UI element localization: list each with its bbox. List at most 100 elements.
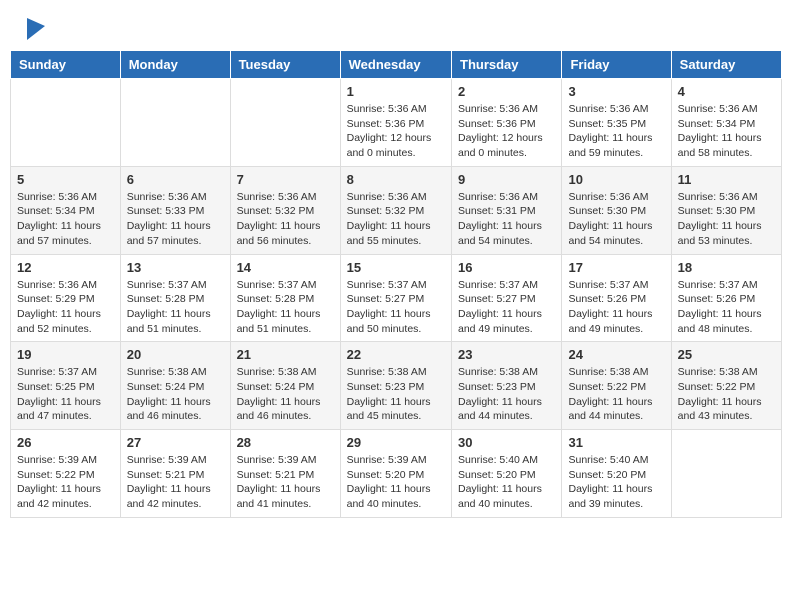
weekday-sunday: Sunday <box>11 51 121 79</box>
day-info: Sunrise: 5:38 AM Sunset: 5:23 PM Dayligh… <box>458 365 555 424</box>
day-info: Sunrise: 5:36 AM Sunset: 5:29 PM Dayligh… <box>17 278 114 337</box>
day-info: Sunrise: 5:40 AM Sunset: 5:20 PM Dayligh… <box>568 453 664 512</box>
day-number: 24 <box>568 347 664 362</box>
weekday-tuesday: Tuesday <box>230 51 340 79</box>
calendar-cell: 11Sunrise: 5:36 AM Sunset: 5:30 PM Dayli… <box>671 166 781 254</box>
day-info: Sunrise: 5:37 AM Sunset: 5:28 PM Dayligh… <box>237 278 334 337</box>
weekday-header-row: SundayMondayTuesdayWednesdayThursdayFrid… <box>11 51 782 79</box>
calendar-week-3: 12 Sunrise: 5:36 AM Sunset: 5:29 PM Dayli… <box>11 254 782 342</box>
calendar-cell: 20 Sunrise: 5:38 AM Sunset: 5:24 PM Dayli… <box>120 342 230 430</box>
day-info: Sunrise: 5:39 AM Sunset: 5:22 PM Dayligh… <box>17 453 114 512</box>
calendar-cell: 21 Sunrise: 5:38 AM Sunset: 5:24 PM Dayli… <box>230 342 340 430</box>
day-number: 9 <box>458 172 555 187</box>
weekday-saturday: Saturday <box>671 51 781 79</box>
day-number: 6 <box>127 172 224 187</box>
day-number: 17 <box>568 260 664 275</box>
calendar-cell <box>11 79 121 167</box>
calendar-cell <box>671 430 781 518</box>
calendar-table: SundayMondayTuesdayWednesdayThursdayFrid… <box>10 50 782 518</box>
day-info: Sunrise: 5:36 AM Sunset: 5:30 PM Dayligh… <box>678 190 775 249</box>
calendar-week-4: 19 Sunrise: 5:37 AM Sunset: 5:25 PM Dayli… <box>11 342 782 430</box>
calendar-cell: 16 Sunrise: 5:37 AM Sunset: 5:27 PM Dayli… <box>452 254 562 342</box>
day-info: Sunrise: 5:36 AM Sunset: 5:30 PM Dayligh… <box>568 190 664 249</box>
day-number: 4 <box>678 84 775 99</box>
day-info: Sunrise: 5:36 AM Sunset: 5:36 PM Dayligh… <box>347 102 445 161</box>
day-number: 20 <box>127 347 224 362</box>
day-number: 22 <box>347 347 445 362</box>
day-info: Sunrise: 5:36 AM Sunset: 5:33 PM Dayligh… <box>127 190 224 249</box>
day-number: 8 <box>347 172 445 187</box>
calendar-cell: 26 Sunrise: 5:39 AM Sunset: 5:22 PM Dayli… <box>11 430 121 518</box>
calendar-cell: 1 Sunrise: 5:36 AM Sunset: 5:36 PM Daylig… <box>340 79 451 167</box>
day-number: 19 <box>17 347 114 362</box>
day-number: 13 <box>127 260 224 275</box>
calendar-cell: 7Sunrise: 5:36 AM Sunset: 5:32 PM Daylig… <box>230 166 340 254</box>
day-number: 26 <box>17 435 114 450</box>
calendar-cell: 14 Sunrise: 5:37 AM Sunset: 5:28 PM Dayli… <box>230 254 340 342</box>
calendar-cell: 22 Sunrise: 5:38 AM Sunset: 5:23 PM Dayli… <box>340 342 451 430</box>
calendar-cell: 30Sunrise: 5:40 AM Sunset: 5:20 PM Dayli… <box>452 430 562 518</box>
day-number: 16 <box>458 260 555 275</box>
day-number: 14 <box>237 260 334 275</box>
calendar-cell: 29Sunrise: 5:39 AM Sunset: 5:20 PM Dayli… <box>340 430 451 518</box>
day-info: Sunrise: 5:39 AM Sunset: 5:21 PM Dayligh… <box>237 453 334 512</box>
day-info: Sunrise: 5:38 AM Sunset: 5:23 PM Dayligh… <box>347 365 445 424</box>
day-info: Sunrise: 5:36 AM Sunset: 5:34 PM Dayligh… <box>678 102 775 161</box>
day-number: 21 <box>237 347 334 362</box>
day-number: 31 <box>568 435 664 450</box>
calendar-cell: 24 Sunrise: 5:38 AM Sunset: 5:22 PM Dayli… <box>562 342 671 430</box>
calendar-cell <box>230 79 340 167</box>
day-number: 3 <box>568 84 664 99</box>
day-number: 7 <box>237 172 334 187</box>
day-number: 15 <box>347 260 445 275</box>
day-info: Sunrise: 5:36 AM Sunset: 5:36 PM Dayligh… <box>458 102 555 161</box>
day-number: 23 <box>458 347 555 362</box>
day-info: Sunrise: 5:36 AM Sunset: 5:32 PM Dayligh… <box>347 190 445 249</box>
day-number: 5 <box>17 172 114 187</box>
day-info: Sunrise: 5:37 AM Sunset: 5:27 PM Dayligh… <box>347 278 445 337</box>
day-info: Sunrise: 5:37 AM Sunset: 5:26 PM Dayligh… <box>678 278 775 337</box>
day-info: Sunrise: 5:38 AM Sunset: 5:22 PM Dayligh… <box>568 365 664 424</box>
day-number: 1 <box>347 84 445 99</box>
calendar-cell: 10 Sunrise: 5:36 AM Sunset: 5:30 PM Dayli… <box>562 166 671 254</box>
logo-icon <box>27 18 45 40</box>
calendar-cell: 5Sunrise: 5:36 AM Sunset: 5:34 PM Daylig… <box>11 166 121 254</box>
calendar-cell: 13 Sunrise: 5:37 AM Sunset: 5:28 PM Dayli… <box>120 254 230 342</box>
calendar-week-2: 5Sunrise: 5:36 AM Sunset: 5:34 PM Daylig… <box>11 166 782 254</box>
day-number: 28 <box>237 435 334 450</box>
calendar-cell: 4 Sunrise: 5:36 AM Sunset: 5:34 PM Daylig… <box>671 79 781 167</box>
weekday-monday: Monday <box>120 51 230 79</box>
day-info: Sunrise: 5:39 AM Sunset: 5:20 PM Dayligh… <box>347 453 445 512</box>
calendar-cell: 9Sunrise: 5:36 AM Sunset: 5:31 PM Daylig… <box>452 166 562 254</box>
calendar-cell: 12 Sunrise: 5:36 AM Sunset: 5:29 PM Dayli… <box>11 254 121 342</box>
weekday-wednesday: Wednesday <box>340 51 451 79</box>
day-info: Sunrise: 5:37 AM Sunset: 5:25 PM Dayligh… <box>17 365 114 424</box>
page-header <box>10 10 782 45</box>
day-info: Sunrise: 5:37 AM Sunset: 5:27 PM Dayligh… <box>458 278 555 337</box>
calendar-cell: 15 Sunrise: 5:37 AM Sunset: 5:27 PM Dayli… <box>340 254 451 342</box>
calendar-cell: 6 Sunrise: 5:36 AM Sunset: 5:33 PM Daylig… <box>120 166 230 254</box>
day-info: Sunrise: 5:38 AM Sunset: 5:24 PM Dayligh… <box>127 365 224 424</box>
calendar-cell: 27Sunrise: 5:39 AM Sunset: 5:21 PM Dayli… <box>120 430 230 518</box>
day-info: Sunrise: 5:38 AM Sunset: 5:24 PM Dayligh… <box>237 365 334 424</box>
weekday-thursday: Thursday <box>452 51 562 79</box>
calendar-cell: 3 Sunrise: 5:36 AM Sunset: 5:35 PM Daylig… <box>562 79 671 167</box>
day-number: 2 <box>458 84 555 99</box>
day-number: 18 <box>678 260 775 275</box>
calendar-cell: 17Sunrise: 5:37 AM Sunset: 5:26 PM Dayli… <box>562 254 671 342</box>
day-number: 12 <box>17 260 114 275</box>
weekday-friday: Friday <box>562 51 671 79</box>
day-number: 10 <box>568 172 664 187</box>
day-info: Sunrise: 5:38 AM Sunset: 5:22 PM Dayligh… <box>678 365 775 424</box>
calendar-cell: 18 Sunrise: 5:37 AM Sunset: 5:26 PM Dayli… <box>671 254 781 342</box>
logo <box>25 20 45 40</box>
calendar-cell: 25 Sunrise: 5:38 AM Sunset: 5:22 PM Dayli… <box>671 342 781 430</box>
day-info: Sunrise: 5:40 AM Sunset: 5:20 PM Dayligh… <box>458 453 555 512</box>
day-info: Sunrise: 5:37 AM Sunset: 5:28 PM Dayligh… <box>127 278 224 337</box>
day-number: 27 <box>127 435 224 450</box>
day-number: 25 <box>678 347 775 362</box>
calendar-week-1: 1 Sunrise: 5:36 AM Sunset: 5:36 PM Daylig… <box>11 79 782 167</box>
calendar-body: 1 Sunrise: 5:36 AM Sunset: 5:36 PM Daylig… <box>11 79 782 518</box>
calendar-cell: 8 Sunrise: 5:36 AM Sunset: 5:32 PM Daylig… <box>340 166 451 254</box>
day-info: Sunrise: 5:36 AM Sunset: 5:35 PM Dayligh… <box>568 102 664 161</box>
